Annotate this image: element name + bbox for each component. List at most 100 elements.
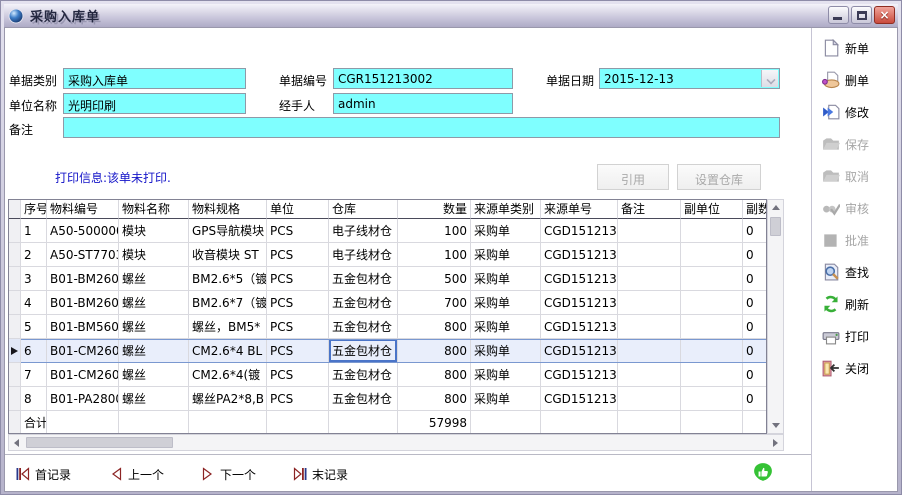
table-cell[interactable]: PCS xyxy=(267,315,329,339)
table-cell[interactable]: 700 xyxy=(398,291,471,315)
column-header[interactable]: 单位 xyxy=(267,200,329,219)
table-cell[interactable] xyxy=(681,219,743,243)
table-cell[interactable]: 模块 xyxy=(119,243,189,267)
table-cell[interactable]: 螺丝 xyxy=(119,315,189,339)
table-cell[interactable]: 0 xyxy=(743,219,767,243)
table-cell[interactable]: 采购单 xyxy=(471,387,541,411)
table-cell[interactable]: BM2.6*5（镀 xyxy=(189,267,267,291)
new-doc-button[interactable]: 新单 xyxy=(822,34,894,62)
column-header[interactable]: 仓库 xyxy=(329,200,398,219)
table-cell[interactable]: 螺丝，BM5* xyxy=(189,315,267,339)
table-cell[interactable]: CGD151213 xyxy=(541,291,618,315)
chevron-down-icon[interactable] xyxy=(761,70,778,87)
table-row[interactable]: 2A50-ST7703模块收音模块 STPCS电子线材仓100采购单CGD151… xyxy=(9,243,767,267)
table-cell[interactable]: 五金包材仓 xyxy=(329,291,398,315)
delete-doc-button[interactable]: 删单 xyxy=(822,66,894,94)
table-cell[interactable]: B01-BM2605 xyxy=(47,267,119,291)
table-cell[interactable]: CM2.6*4(镀 xyxy=(189,363,267,387)
close-form-button[interactable]: 关闭 xyxy=(822,354,894,382)
table-cell[interactable] xyxy=(681,291,743,315)
table-cell[interactable]: A50-ST7703 xyxy=(47,243,119,267)
table-cell[interactable]: PCS xyxy=(267,339,329,363)
table-cell[interactable]: GPS导航模块 xyxy=(189,219,267,243)
table-cell[interactable]: 800 xyxy=(398,339,471,363)
table-cell[interactable]: 电子线材仓 xyxy=(329,243,398,267)
unit-name-field[interactable]: 光明印刷 xyxy=(63,93,246,114)
table-cell[interactable]: B01-CM2604 xyxy=(47,363,119,387)
table-cell[interactable] xyxy=(618,219,681,243)
table-cell[interactable] xyxy=(681,363,743,387)
table-cell[interactable]: 采购单 xyxy=(471,315,541,339)
table-row[interactable]: 5B01-BM5600螺丝螺丝，BM5*PCS五金包材仓800采购单CGD151… xyxy=(9,315,767,339)
table-cell[interactable]: PCS xyxy=(267,387,329,411)
table-cell[interactable]: PCS xyxy=(267,243,329,267)
table-cell[interactable] xyxy=(618,291,681,315)
next-record-button[interactable]: 下一个 xyxy=(201,464,256,484)
doc-no-field[interactable]: CGR151213002 xyxy=(333,68,513,89)
maximize-button[interactable] xyxy=(851,6,872,24)
table-cell[interactable]: 0 xyxy=(743,387,767,411)
table-cell[interactable]: 8 xyxy=(21,387,47,411)
first-record-button[interactable]: 首记录 xyxy=(16,464,71,484)
table-cell[interactable]: CM2.6*4 BL xyxy=(189,339,267,363)
scroll-up-icon[interactable] xyxy=(772,205,780,210)
table-cell[interactable] xyxy=(681,267,743,291)
table-cell[interactable]: 采购单 xyxy=(471,291,541,315)
table-cell[interactable]: BM2.6*7（镀 xyxy=(189,291,267,315)
table-cell[interactable]: 4 xyxy=(21,291,47,315)
column-header[interactable]: 备注 xyxy=(618,200,681,219)
scroll-down-icon[interactable] xyxy=(772,423,780,428)
table-cell[interactable]: B01-PA2800 xyxy=(47,387,119,411)
table-cell[interactable]: 采购单 xyxy=(471,219,541,243)
table-row[interactable]: 4B01-BM2607螺丝BM2.6*7（镀PCS五金包材仓700采购单CGD1… xyxy=(9,291,767,315)
table-cell[interactable]: CGD151213 xyxy=(541,363,618,387)
search-button[interactable]: 查找 xyxy=(822,258,894,286)
table-cell[interactable]: PCS xyxy=(267,291,329,315)
table-cell[interactable]: B01-BM5600 xyxy=(47,315,119,339)
last-record-button[interactable]: 末记录 xyxy=(293,464,348,484)
handler-field[interactable]: admin xyxy=(333,93,513,114)
table-cell[interactable]: CGD151213 xyxy=(541,339,618,363)
table-cell[interactable]: 5 xyxy=(21,315,47,339)
table-cell[interactable]: 采购单 xyxy=(471,363,541,387)
scroll-right-icon[interactable] xyxy=(773,439,778,447)
table-cell[interactable]: 采购单 xyxy=(471,267,541,291)
table-cell[interactable] xyxy=(618,339,681,363)
scroll-left-icon[interactable] xyxy=(14,439,19,447)
table-cell[interactable]: CGD151213 xyxy=(541,219,618,243)
table-cell[interactable]: B01-BM2607 xyxy=(47,291,119,315)
table-cell[interactable]: CGD151213 xyxy=(541,387,618,411)
column-header[interactable]: 序号 xyxy=(21,200,47,219)
modify-button[interactable]: 修改 xyxy=(822,98,894,126)
column-header[interactable]: 来源单类别 xyxy=(471,200,541,219)
table-cell[interactable]: B01-CM2604 xyxy=(47,339,119,363)
table-cell[interactable]: 7 xyxy=(21,363,47,387)
table-cell[interactable] xyxy=(681,315,743,339)
table-cell[interactable]: 五金包材仓 xyxy=(329,363,398,387)
table-cell[interactable]: PCS xyxy=(267,219,329,243)
table-cell[interactable] xyxy=(618,387,681,411)
table-cell[interactable]: CGD151213 xyxy=(541,267,618,291)
table-cell[interactable]: 3 xyxy=(21,267,47,291)
table-cell[interactable]: 螺丝PA2*8,B xyxy=(189,387,267,411)
table-cell[interactable]: PCS xyxy=(267,363,329,387)
table-row[interactable]: 8B01-PA2800螺丝螺丝PA2*8,BPCS五金包材仓800采购单CGD1… xyxy=(9,387,767,411)
column-header[interactable]: 数量 xyxy=(398,200,471,219)
table-cell[interactable]: PCS xyxy=(267,267,329,291)
horizontal-scrollbar[interactable] xyxy=(8,434,784,451)
table-cell[interactable]: 800 xyxy=(398,387,471,411)
table-cell[interactable] xyxy=(618,315,681,339)
table-cell[interactable]: 采购单 xyxy=(471,339,541,363)
table-cell[interactable]: 0 xyxy=(743,243,767,267)
table-cell[interactable]: 0 xyxy=(743,291,767,315)
minimize-button[interactable] xyxy=(828,6,849,24)
table-cell[interactable]: 螺丝 xyxy=(119,291,189,315)
table-cell[interactable]: 螺丝 xyxy=(119,387,189,411)
vertical-scrollbar[interactable] xyxy=(767,199,784,434)
column-header[interactable]: 物料编号 xyxy=(47,200,119,219)
table-cell[interactable]: 电子线材仓 xyxy=(329,219,398,243)
column-header[interactable]: 副数量 xyxy=(743,200,767,219)
table-cell[interactable]: 100 xyxy=(398,219,471,243)
table-cell[interactable]: 2 xyxy=(21,243,47,267)
table-cell[interactable] xyxy=(618,363,681,387)
